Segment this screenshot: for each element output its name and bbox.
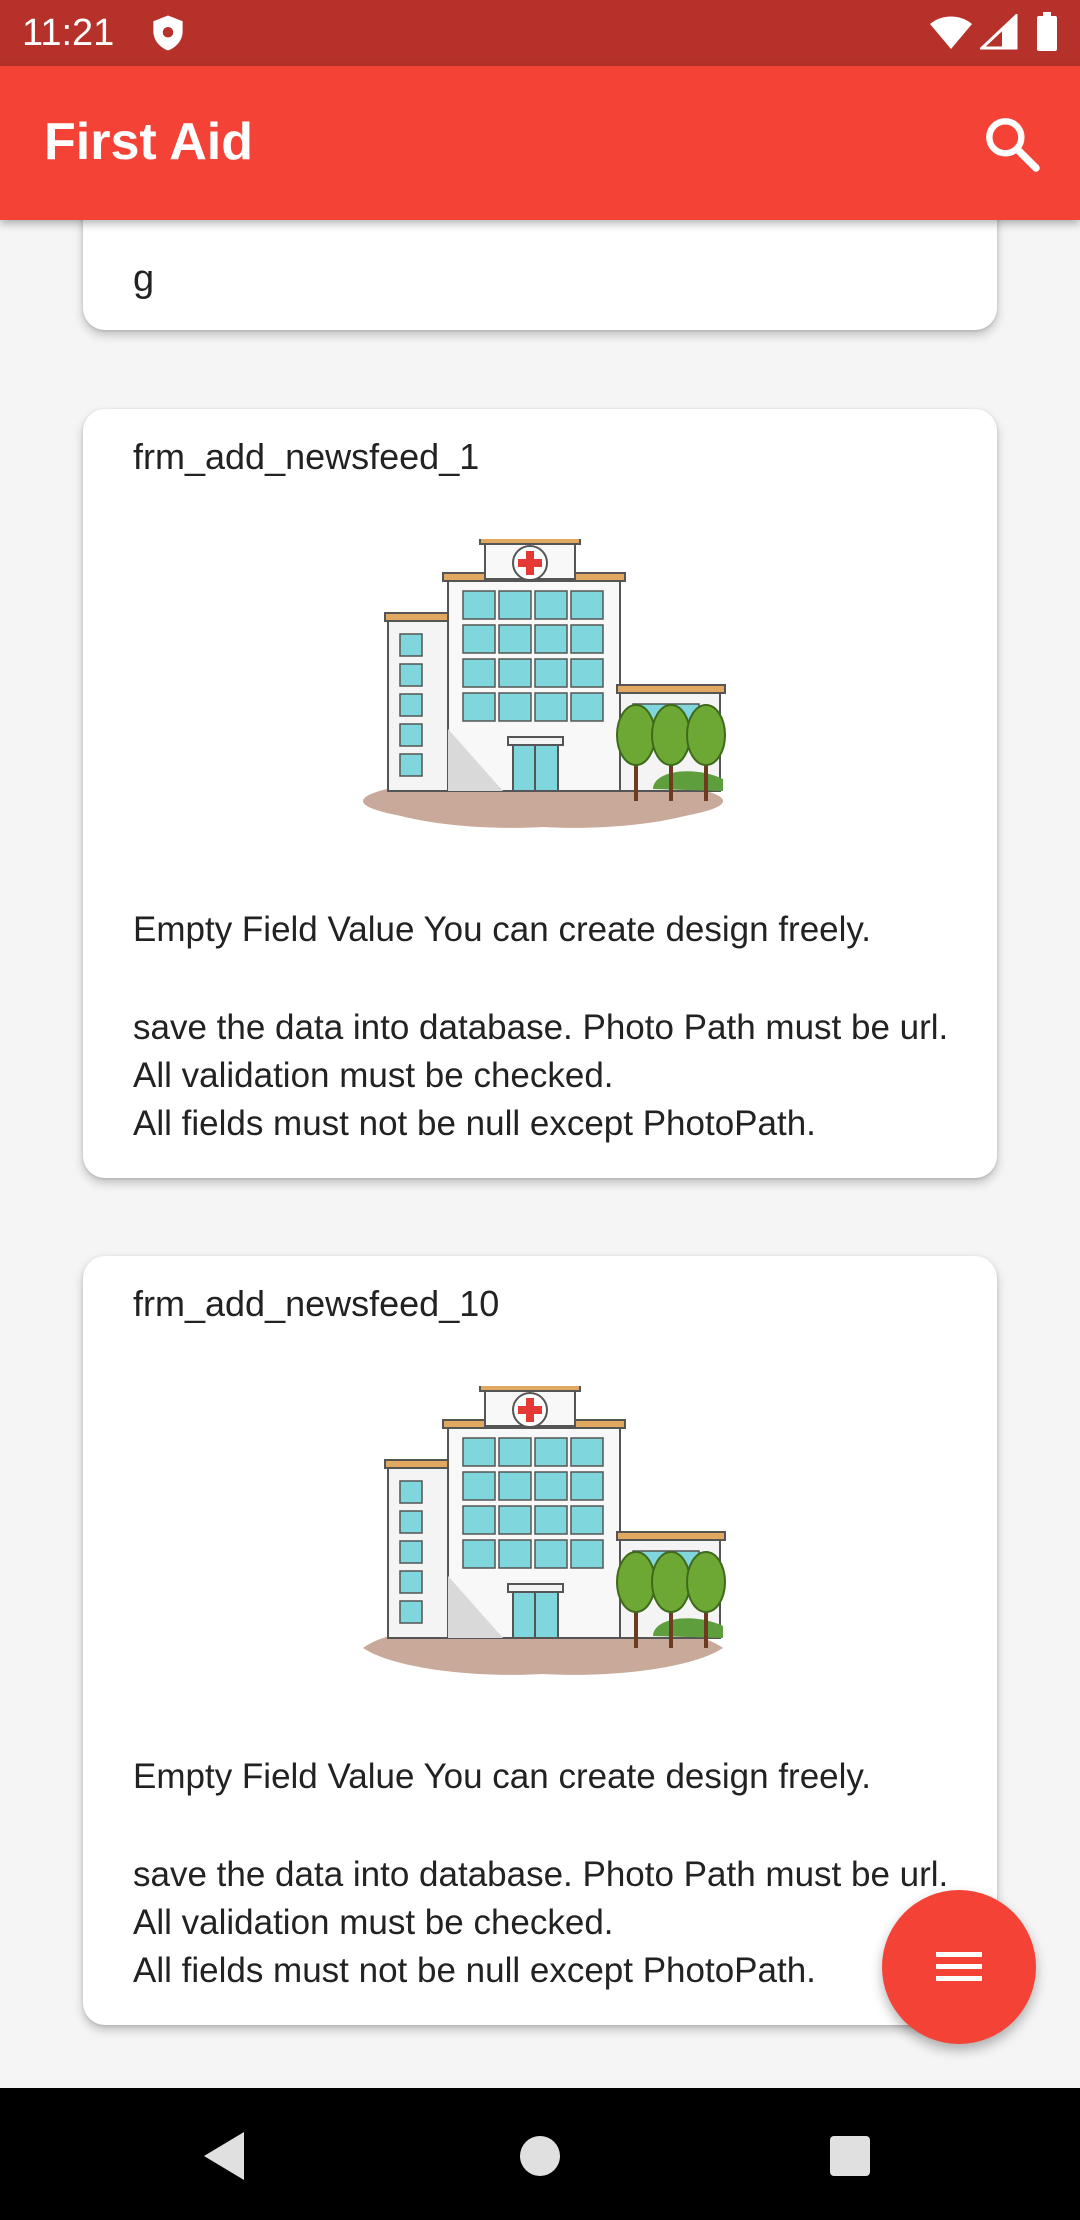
battery-icon xyxy=(1037,12,1057,51)
newsfeed-card[interactable]: frm_add_newsfeed_1 Empty Field Value You… xyxy=(83,409,997,1178)
newsfeed-card[interactable]: g xyxy=(83,220,997,330)
card-title: frm_add_newsfeed_1 xyxy=(133,436,480,477)
search-icon xyxy=(986,118,1040,172)
card-description: Empty Field Value You can create design … xyxy=(133,1753,963,1995)
hospital-illustration xyxy=(363,1386,726,1675)
hospital-illustration xyxy=(363,539,726,828)
card-description-line: save the data into database. Photo Path … xyxy=(133,1008,949,1095)
wifi-icon xyxy=(930,16,972,49)
card-description-line: save the data into database. Photo Path … xyxy=(133,1855,949,1942)
newsfeed-card[interactable]: frm_add_newsfeed_10 Empty Field Value Yo… xyxy=(83,1256,997,2025)
app-bar: First Aid xyxy=(0,66,1080,220)
system-nav-bar xyxy=(0,2088,1080,2220)
card-description-line: Empty Field Value You can create design … xyxy=(133,1757,872,1796)
back-icon[interactable] xyxy=(200,2130,248,2182)
status-bar: 11:21 xyxy=(0,0,1080,66)
card-title: frm_add_newsfeed_10 xyxy=(133,1283,500,1324)
newsfeed-list[interactable]: g frm_add_newsfeed_1 Empty Field Value Y… xyxy=(0,220,1080,2088)
shield-icon xyxy=(153,15,183,51)
card-description-line: All fields must not be null except Photo… xyxy=(133,1951,816,1990)
status-time: 11:21 xyxy=(22,12,115,54)
app-title: First Aid xyxy=(44,113,253,171)
card-text: g xyxy=(133,258,155,300)
card-description-line: All fields must not be null except Photo… xyxy=(133,1104,816,1143)
home-icon[interactable] xyxy=(518,2134,562,2178)
menu-icon xyxy=(936,1952,982,1981)
signal-icon xyxy=(980,14,1018,50)
recent-apps-icon[interactable] xyxy=(828,2134,872,2178)
card-description: Empty Field Value You can create design … xyxy=(133,906,963,1148)
menu-fab-button[interactable] xyxy=(882,1890,1036,2044)
card-description-line: Empty Field Value You can create design … xyxy=(133,910,872,949)
search-button[interactable] xyxy=(980,112,1044,176)
